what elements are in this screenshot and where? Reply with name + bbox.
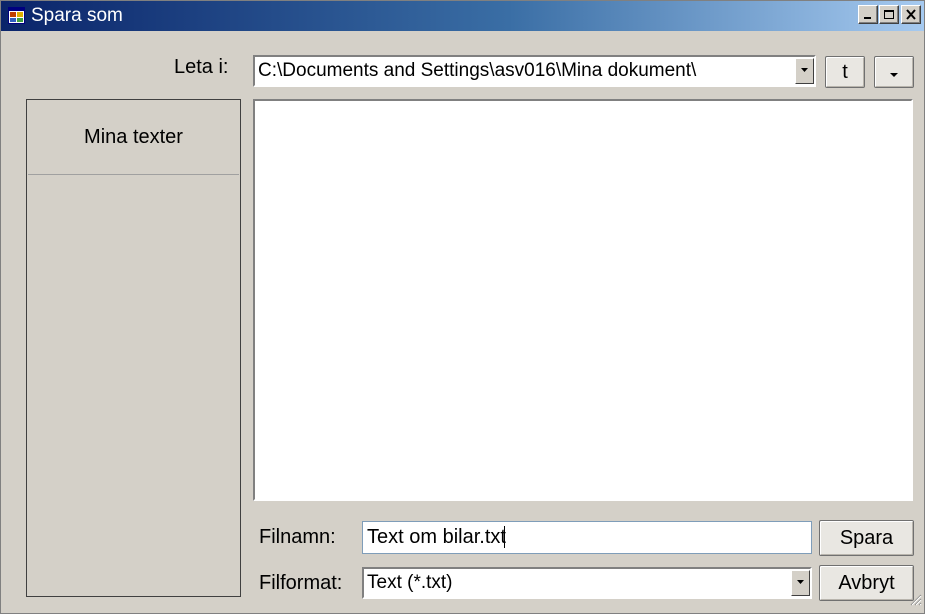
minimize-button[interactable] xyxy=(858,5,878,24)
window-title: Spara som xyxy=(31,5,123,26)
fileformat-value: Text (*.txt) xyxy=(367,572,453,593)
file-list[interactable] xyxy=(253,99,913,501)
fileformat-label: Filformat: xyxy=(259,572,343,594)
cancel-button-label: Avbryt xyxy=(838,571,895,594)
location-value: C:\Documents and Settings\asv016\Mina do… xyxy=(258,60,697,81)
text-caret xyxy=(504,526,505,548)
sidebar-item-label: Mina texter xyxy=(84,126,183,148)
up-folder-button[interactable]: t xyxy=(825,56,865,88)
sidebar-item-mina-texter[interactable]: Mina texter xyxy=(28,101,239,175)
places-sidebar: Mina texter xyxy=(26,99,241,597)
up-folder-button-label: t xyxy=(842,60,848,83)
title-bar[interactable]: Spara som xyxy=(1,1,924,31)
save-button-label: Spara xyxy=(839,526,894,549)
fileformat-dropdown-button[interactable] xyxy=(791,570,810,596)
maximize-button[interactable] xyxy=(879,5,899,24)
cancel-button[interactable]: Avbryt xyxy=(819,565,914,601)
save-button[interactable]: Spara xyxy=(819,520,914,556)
filename-input[interactable]: Text om bilar.txt xyxy=(362,521,812,554)
save-as-dialog: Spara som Leta i: C:\Documents and Setti… xyxy=(0,0,925,614)
filename-label: Filnamn: xyxy=(259,526,336,548)
location-label: Leta i: xyxy=(174,56,229,78)
close-button[interactable] xyxy=(901,5,921,24)
filename-value: Text om bilar.txt xyxy=(367,526,506,548)
location-combobox[interactable]: C:\Documents and Settings\asv016\Mina do… xyxy=(253,55,816,87)
chevron-down-icon xyxy=(889,61,899,84)
resize-grip-icon[interactable] xyxy=(910,593,922,611)
location-dropdown-button[interactable] xyxy=(795,58,814,84)
fileformat-select[interactable]: Text (*.txt) xyxy=(362,567,812,599)
view-menu-button[interactable] xyxy=(874,56,914,88)
app-window-icon xyxy=(8,7,25,24)
